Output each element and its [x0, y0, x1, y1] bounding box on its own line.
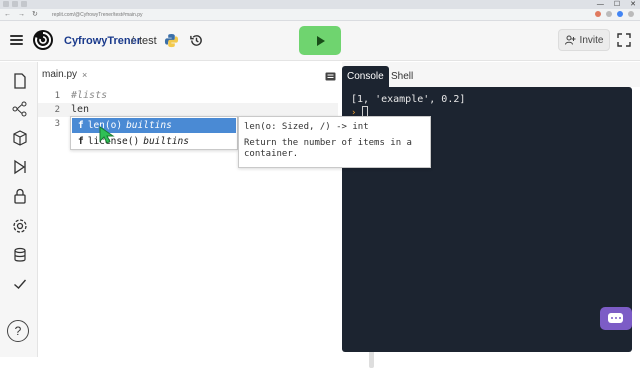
- console-tabbar: Console Shell: [342, 62, 640, 87]
- reload-icon[interactable]: ↻: [32, 11, 38, 19]
- check-icon[interactable]: [12, 276, 28, 292]
- python-icon[interactable]: [164, 33, 179, 48]
- browser-nav: ← → ↻: [4, 11, 38, 19]
- code-text[interactable]: len: [71, 103, 89, 117]
- history-icon[interactable]: [189, 33, 204, 48]
- suggestion-module: builtins: [143, 136, 189, 147]
- invite-label: Invite: [579, 34, 604, 46]
- project-owner-link[interactable]: CyfrowyTrener: [64, 34, 141, 48]
- doc-description: Return the number of items in a containe…: [244, 138, 412, 159]
- app-header: CyfrowyTrener / test Invite: [0, 21, 640, 61]
- line-number: 3: [54, 119, 60, 129]
- function-kind-icon: f: [78, 136, 84, 147]
- replit-logo-icon[interactable]: [32, 29, 54, 51]
- invite-button[interactable]: Invite: [558, 29, 610, 51]
- browser-tabstrip: — ☐ ✕: [0, 0, 640, 9]
- tab-main-py-label: main.py: [42, 69, 78, 80]
- code-line: 1 #lists: [38, 89, 338, 103]
- back-icon[interactable]: ←: [4, 11, 11, 19]
- autocomplete-item[interactable]: f len(o) builtins: [72, 118, 236, 133]
- tab-shell[interactable]: Shell: [391, 66, 413, 87]
- browser-tab-icons[interactable]: [0, 0, 36, 9]
- extension-icon[interactable]: [606, 11, 612, 17]
- suggestion-module: builtins: [126, 120, 172, 131]
- run-button[interactable]: [299, 26, 341, 55]
- extension-icon[interactable]: [595, 11, 601, 17]
- lock-icon[interactable]: [12, 188, 28, 204]
- database-icon[interactable]: [12, 247, 28, 263]
- play-icon: [317, 35, 325, 46]
- window-controls: — ☐ ✕: [597, 0, 636, 9]
- documentation-popup: len(o: Sized, /) -> int Return the numbe…: [238, 116, 431, 168]
- breadcrumb-separator: /: [131, 35, 135, 47]
- add-user-icon: [564, 35, 576, 45]
- code-line: 2 len: [38, 103, 338, 117]
- editor-pane: main.py × 1 #lists 2 len 3 f len(o) builti…: [38, 62, 431, 368]
- maximize-button[interactable]: ☐: [614, 0, 620, 9]
- address-bar: ← → ↻ replit.com/@CyfrowyTrener/test#mai…: [0, 9, 640, 21]
- console-output: [1, 'example', 0.2]: [351, 94, 466, 105]
- mouse-pointer-icon: [99, 126, 115, 144]
- file-icon[interactable]: [12, 73, 28, 89]
- close-window-button[interactable]: ✕: [630, 0, 636, 9]
- minimize-button[interactable]: —: [597, 0, 604, 9]
- profile-icon[interactable]: [617, 11, 623, 17]
- menu-icon[interactable]: [10, 35, 23, 45]
- package-icon[interactable]: [12, 130, 28, 146]
- browser-extensions: [595, 11, 634, 17]
- autocomplete-item[interactable]: f license() builtins: [72, 134, 236, 149]
- outline-icon[interactable]: [325, 72, 336, 81]
- share-graph-icon[interactable]: [12, 101, 28, 117]
- settings-icon[interactable]: [12, 218, 28, 234]
- chat-icon: [608, 313, 623, 323]
- function-kind-icon: f: [78, 120, 84, 131]
- tab-console[interactable]: Console: [342, 66, 389, 87]
- close-tab-icon[interactable]: ×: [82, 68, 87, 82]
- forward-icon[interactable]: →: [18, 11, 25, 19]
- doc-signature: len(o: Sized, /) -> int: [244, 122, 369, 132]
- autocomplete-list: f len(o) builtins f license() builtins: [70, 116, 238, 150]
- tools-sidebar: ?: [0, 62, 38, 357]
- debugger-icon[interactable]: [12, 159, 28, 175]
- line-number: 2: [54, 105, 60, 115]
- editor-tabbar: main.py ×: [38, 62, 338, 87]
- url-field[interactable]: replit.com/@CyfrowyTrener/test#main.py: [52, 10, 472, 20]
- fullscreen-icon[interactable]: [617, 33, 631, 47]
- chat-button[interactable]: [600, 307, 632, 330]
- repl-name[interactable]: test: [139, 34, 157, 48]
- tab-main-py[interactable]: main.py ×: [42, 68, 87, 82]
- line-number: 1: [54, 91, 60, 101]
- code-text[interactable]: #lists: [71, 89, 107, 103]
- browser-menu-icon[interactable]: [628, 11, 634, 17]
- help-button[interactable]: ?: [7, 320, 29, 342]
